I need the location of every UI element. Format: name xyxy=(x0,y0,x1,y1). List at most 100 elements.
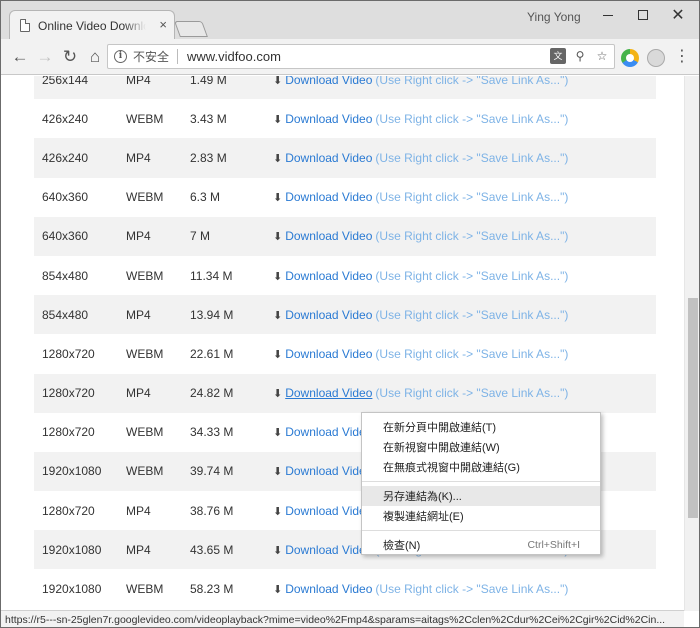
download-video-link[interactable]: Download Video xyxy=(285,464,372,478)
copy-link-address-item[interactable]: 複製連結網址(E) xyxy=(362,506,600,526)
size-cell: 39.74 M xyxy=(190,464,234,479)
maximize-icon xyxy=(638,10,648,20)
inspect-item[interactable]: 檢查(N) Ctrl+Shift+I xyxy=(362,535,600,555)
browser-tab[interactable]: Online Video Downloader × xyxy=(9,10,175,40)
save-hint: (Use Right click -> "Save Link As...") xyxy=(375,307,569,322)
new-tab-button[interactable] xyxy=(174,21,208,37)
back-button[interactable]: ← xyxy=(8,45,32,69)
resolution-cell: 640x360 xyxy=(42,190,89,205)
table-row: 426x240 MP4 2.83 M ⬇ Download Video (Use Righ… xyxy=(34,138,656,178)
download-video-link[interactable]: Download Video xyxy=(285,386,372,400)
download-video-link[interactable]: Download Video xyxy=(285,308,372,322)
star-icon[interactable]: ☆ xyxy=(594,48,610,64)
format-cell: MP4 xyxy=(126,307,151,322)
open-in-incognito-item[interactable]: 在無痕式視窗中開啟連結(G) xyxy=(362,457,600,477)
divider xyxy=(177,49,179,64)
title-bar: Online Video Downloader × Ying Yong ✕ xyxy=(1,1,699,40)
profile-name[interactable]: Ying Yong xyxy=(527,10,581,24)
save-hint: (Use Right click -> "Save Link As...") xyxy=(375,111,569,126)
menu-item-label: 在新視窗中開啟連結(W) xyxy=(383,442,500,454)
url-text[interactable]: www.vidfoo.com xyxy=(187,49,281,64)
home-button[interactable]: ⌂ xyxy=(83,45,107,69)
size-cell: 58.23 M xyxy=(190,582,234,597)
save-link-as-item[interactable]: 另存連結為(K)... xyxy=(362,486,600,506)
tab-title: Online Video Downloader xyxy=(38,18,146,33)
format-cell: WEBM xyxy=(126,111,164,126)
format-cell: WEBM xyxy=(126,268,164,283)
save-hint: (Use Right click -> "Save Link As...") xyxy=(375,346,569,361)
download-cell: ⬇Download Video(Use Right click -> "Save… xyxy=(273,190,656,204)
menu-item-label: 在新分頁中開啟連結(T) xyxy=(383,422,497,434)
zoom-icon[interactable]: ⚲ xyxy=(572,48,588,64)
omnibox-actions: 文 ⚲ ☆ xyxy=(550,48,610,64)
download-video-link[interactable]: Download Video xyxy=(285,112,372,126)
menu-item-shortcut: Ctrl+Shift+I xyxy=(527,539,580,551)
download-cell: ⬇Download Video(Use Right click -> "Save… xyxy=(273,386,656,400)
size-cell: 34.33 M xyxy=(190,425,234,440)
format-cell: WEBM xyxy=(126,346,164,361)
download-cell: ⬇Download Video(Use Right click -> "Save… xyxy=(273,112,656,126)
security-label[interactable]: 不安全 xyxy=(133,48,169,65)
resolution-cell: 640x360 xyxy=(42,229,89,244)
size-cell: 43.65 M xyxy=(190,542,234,557)
format-cell: MP4 xyxy=(126,503,151,518)
vertical-scrollbar[interactable] xyxy=(684,76,699,611)
minimize-icon xyxy=(603,14,613,16)
open-in-new-window-item[interactable]: 在新視窗中開啟連結(W) xyxy=(362,437,600,457)
download-icon: ⬇ xyxy=(273,544,283,557)
open-in-new-tab-item[interactable]: 在新分頁中開啟連結(T) xyxy=(362,417,600,437)
resolution-cell: 1920x1080 xyxy=(42,542,102,557)
download-icon: ⬇ xyxy=(273,584,283,597)
download-video-link[interactable]: Download Video xyxy=(285,190,372,204)
close-window-button[interactable]: ✕ xyxy=(661,3,695,27)
table-row: 854x480 MP4 13.94 M ⬇ Download Video (Use Rig… xyxy=(34,295,656,335)
info-icon[interactable]: i xyxy=(114,50,127,63)
size-cell: 1.49 M xyxy=(190,76,227,87)
download-cell: ⬇Download Video(Use Right click -> "Save… xyxy=(273,308,656,322)
download-video-link[interactable]: Download Video xyxy=(285,151,372,165)
menu-item-label: 在無痕式視窗中開啟連結(G) xyxy=(383,462,520,474)
download-cell: ⬇Download Video(Use Right click -> "Save… xyxy=(273,269,656,283)
forward-button[interactable]: → xyxy=(33,45,57,69)
resolution-cell: 426x240 xyxy=(42,150,89,165)
menu-icon[interactable]: ⋮ xyxy=(674,48,690,66)
download-video-link[interactable]: Download Video xyxy=(285,76,372,87)
download-icon: ⬇ xyxy=(273,505,283,518)
minimize-button[interactable] xyxy=(591,3,625,27)
scrollbar-thumb[interactable] xyxy=(688,298,698,518)
format-cell: MP4 xyxy=(126,150,151,165)
download-cell: ⬇Download Video(Use Right click -> "Save… xyxy=(273,229,656,243)
translate-icon[interactable]: 文 xyxy=(550,48,566,64)
table-row: 854x480 WEBM 11.34 M ⬇ Download Video (Use Ri… xyxy=(34,255,656,296)
maximize-button[interactable] xyxy=(626,3,660,27)
download-video-link[interactable]: Download Video xyxy=(285,543,372,557)
save-hint: (Use Right click -> "Save Link As...") xyxy=(375,229,569,244)
size-cell: 13.94 M xyxy=(190,307,234,322)
download-cell: ⬇Download Video(Use Right click -> "Save… xyxy=(273,151,656,165)
save-hint: (Use Right click -> "Save Link As...") xyxy=(375,190,569,205)
reload-button[interactable]: ↻ xyxy=(58,45,82,69)
size-cell: 11.34 M xyxy=(190,268,233,283)
extension-icon-2[interactable] xyxy=(647,49,665,67)
format-cell: MP4 xyxy=(126,229,151,244)
table-row: 640x360 MP4 7 M ⬇ Download Video (Use Right c… xyxy=(34,216,656,256)
download-video-link[interactable]: Download Video xyxy=(285,347,372,361)
resolution-cell: 1280x720 xyxy=(42,386,95,401)
format-cell: MP4 xyxy=(126,76,151,87)
download-video-link[interactable]: Download Video xyxy=(285,229,372,243)
download-icon: ⬇ xyxy=(273,113,283,126)
download-icon: ⬇ xyxy=(273,152,283,165)
address-bar[interactable]: i 不安全 www.vidfoo.com 文 ⚲ ☆ xyxy=(107,44,615,69)
table-row: 1280x720 MP4 24.82 M ⬇ Download Video (Use Ri… xyxy=(34,373,656,413)
download-video-link[interactable]: Download Video xyxy=(285,582,372,596)
format-cell: WEBM xyxy=(126,190,164,205)
resolution-cell: 256x144 xyxy=(42,76,89,87)
download-video-link[interactable]: Download Video xyxy=(285,504,372,518)
format-cell: WEBM xyxy=(126,582,164,597)
tab-close-icon[interactable]: × xyxy=(159,18,167,31)
download-icon: ⬇ xyxy=(273,309,283,322)
download-video-link[interactable]: Download Video xyxy=(285,269,372,283)
extension-icon[interactable] xyxy=(621,49,639,67)
download-video-link[interactable]: Download Video xyxy=(285,425,372,439)
table-row: 640x360 WEBM 6.3 M ⬇ Download Video (Use Righ… xyxy=(34,177,656,217)
